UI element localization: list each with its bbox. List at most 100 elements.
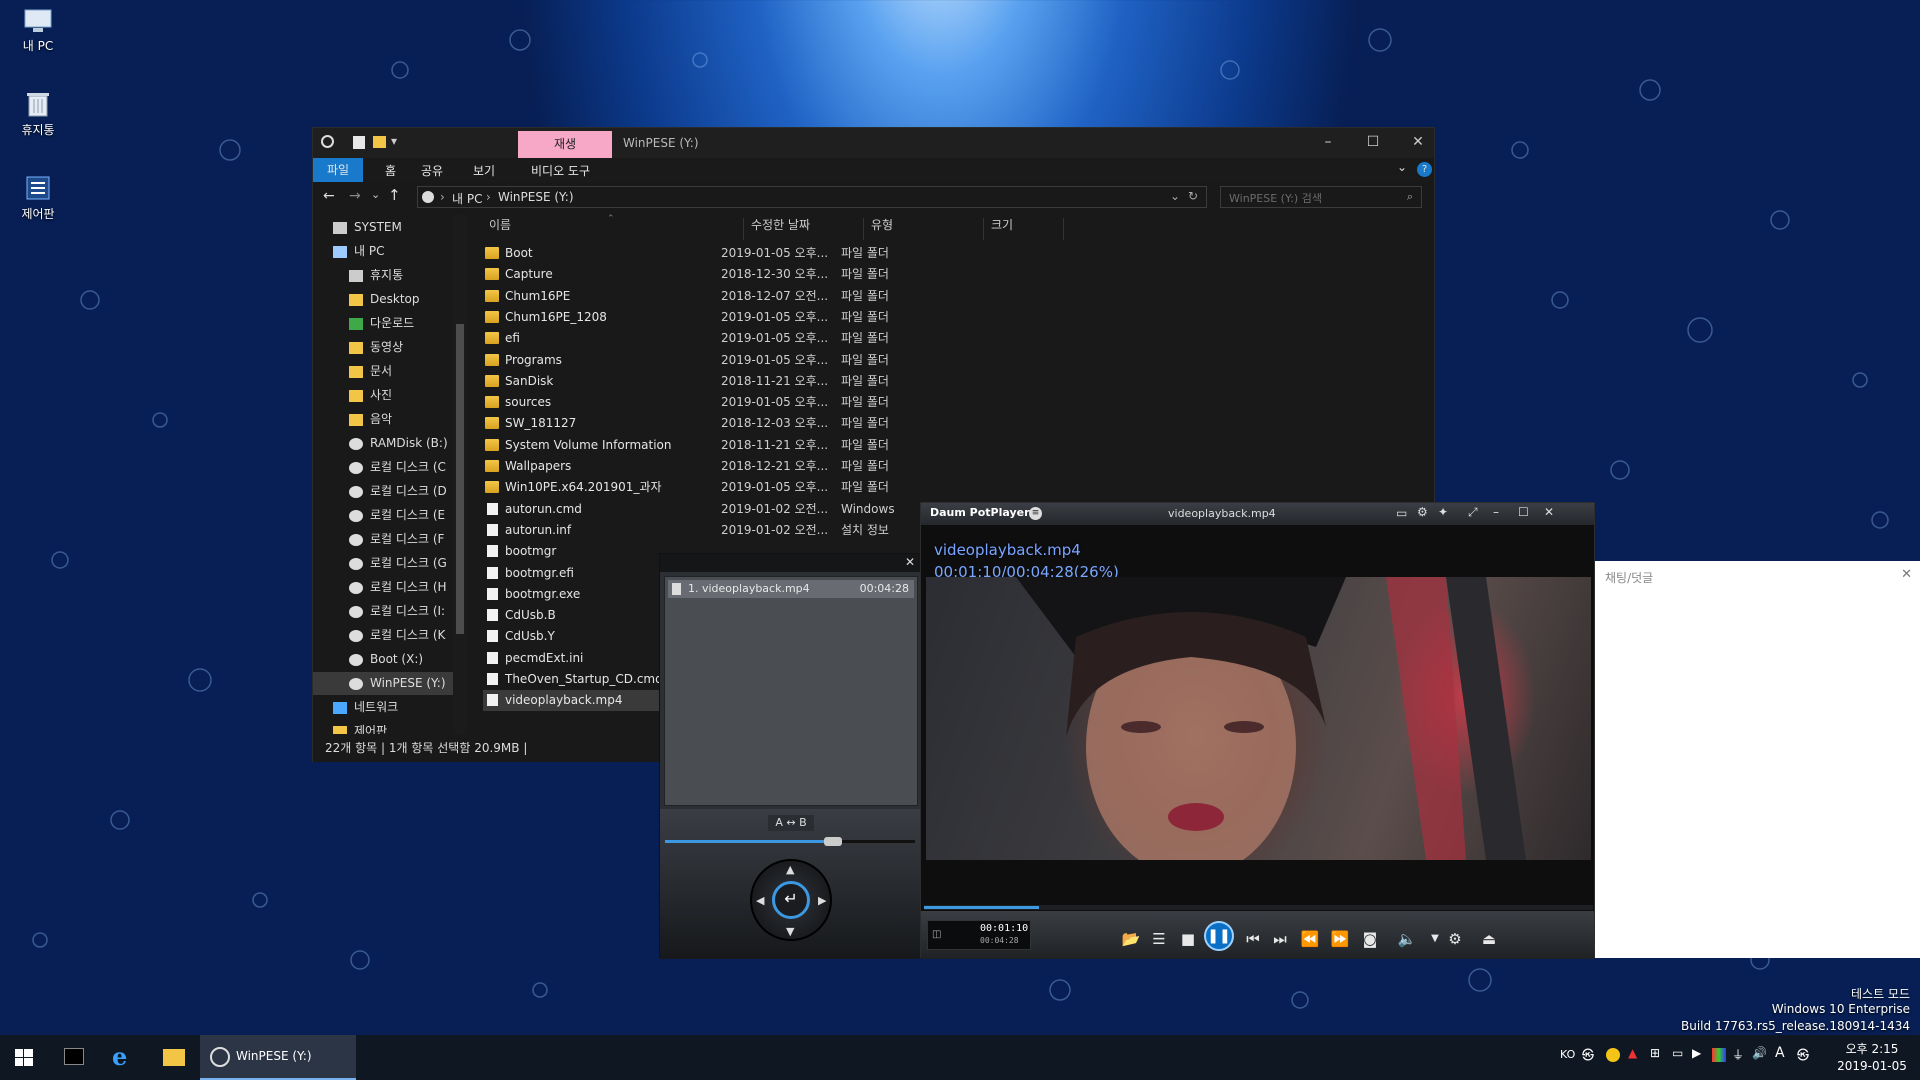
file-row[interactable]: autorun.cmd 2019-01-02 오전... Windows (483, 499, 983, 520)
column-header-name[interactable]: 이름 (489, 216, 511, 233)
address-box[interactable]: › 내 PC › WinPESE (Y:) ⌄ ↻ (417, 186, 1207, 208)
file-row[interactable]: Capture 2018-12-30 오후... 파일 폴더 (483, 264, 983, 285)
tree-item[interactable]: 로컬 디스크 (I: (313, 600, 453, 623)
skin-icon[interactable]: ▭ (1396, 506, 1407, 520)
camera-icon[interactable]: ◙ (1358, 930, 1382, 948)
taskbar-ie[interactable]: e (100, 1035, 148, 1080)
ab-repeat-button[interactable]: A ↔ B (768, 815, 814, 831)
fast-forward-icon[interactable]: ⏩ (1328, 930, 1352, 948)
recent-locations-icon[interactable]: ⌄ (371, 188, 380, 201)
time-display[interactable]: ◫ 00:01:10 00:04:28 (927, 920, 1031, 950)
file-row[interactable]: SanDisk 2018-11-21 오후... 파일 폴더 (483, 371, 983, 392)
address-dropdown-icon[interactable]: ⌄ (1170, 189, 1180, 203)
fullscreen-icon[interactable]: ⤢ (1468, 505, 1478, 520)
close-icon[interactable]: ✕ (1901, 567, 1912, 582)
tree-item[interactable]: 로컬 디스크 (K (313, 624, 453, 647)
menu-icon[interactable]: ≡ (1029, 507, 1042, 520)
context-tab-play[interactable]: 재생 (518, 131, 612, 158)
tree-item[interactable]: 음악 (313, 408, 453, 431)
column-divider[interactable] (863, 218, 864, 240)
tree-item[interactable]: 로컬 디스크 (C (313, 456, 453, 479)
stop-icon[interactable]: ■ (1176, 930, 1200, 948)
file-row[interactable]: autorun.inf 2019-01-02 오전... 설치 정보 (483, 520, 983, 541)
quick-access-dropdown-icon[interactable]: ▾ (391, 134, 397, 148)
up-arrow-icon[interactable]: ↑ (388, 186, 401, 204)
maximize-button[interactable]: ☐ (1518, 505, 1529, 519)
close-icon[interactable]: ✕ (905, 555, 915, 569)
column-header-date[interactable]: 수정한 날짜 (751, 216, 810, 233)
volume-slider[interactable] (665, 837, 915, 846)
volume-handle[interactable] (823, 837, 842, 846)
tree-item[interactable]: 로컬 디스크 (E (313, 504, 453, 527)
tree-item[interactable]: 내 PC (313, 240, 453, 263)
file-row[interactable]: Wallpapers 2018-12-21 오후... 파일 폴더 (483, 456, 983, 477)
enter-icon[interactable]: ↵ (772, 881, 810, 919)
help-icon[interactable]: ? (1417, 162, 1432, 177)
nav-down-icon[interactable]: ▼ (786, 925, 794, 938)
display-icon[interactable]: ▭ (1672, 1046, 1683, 1060)
taskbar-window-winpese[interactable]: WinPESE (Y:) (200, 1035, 356, 1080)
nav-up-icon[interactable]: ▲ (786, 863, 794, 876)
column-header-size[interactable]: 크기 (991, 216, 1013, 233)
close-button[interactable]: ✕ (1408, 134, 1428, 150)
column-divider[interactable] (1063, 218, 1064, 240)
language-indicator[interactable]: KO (1560, 1048, 1575, 1061)
scrollbar-thumb[interactable] (456, 324, 464, 634)
ime-mode-icon[interactable]: ㉿ (1797, 1046, 1809, 1063)
usb-icon[interactable]: ⏚ (1732, 1046, 1744, 1063)
minimize-button[interactable]: – (1493, 505, 1499, 519)
previous-icon[interactable]: ⏮ (1241, 930, 1265, 948)
pause-button[interactable]: ❚❚ (1204, 921, 1234, 951)
color-tray-icon[interactable] (1712, 1048, 1726, 1062)
tree-item[interactable]: 로컬 디스크 (H (313, 576, 453, 599)
tree-item[interactable]: 로컬 디스크 (G (313, 552, 453, 575)
next-icon[interactable]: ⏭ (1268, 930, 1292, 948)
desktop-icon-recycle-bin[interactable]: 휴지통 (14, 90, 62, 138)
close-button[interactable]: ✕ (1544, 505, 1554, 519)
ime-icon[interactable]: ㉿ (1582, 1046, 1594, 1063)
tab-home[interactable]: 홈 (385, 162, 396, 179)
file-row[interactable]: efi 2019-01-05 오후... 파일 폴더 (483, 328, 983, 349)
taskbar-explorer[interactable] (150, 1035, 198, 1080)
column-header-type[interactable]: 유형 (871, 216, 893, 233)
desktop-icon-control-panel[interactable]: 제어판 (14, 174, 62, 222)
input-mode-icon[interactable]: A (1775, 1045, 1785, 1061)
file-row[interactable]: SW_181127 2018-12-03 오후... 파일 폴더 (483, 413, 983, 434)
tree-item[interactable]: 동영상 (313, 336, 453, 359)
back-arrow-icon[interactable]: ← (323, 188, 335, 204)
maximize-button[interactable]: ☐ (1363, 134, 1383, 150)
file-row[interactable]: Programs 2019-01-05 오후... 파일 폴더 (483, 350, 983, 371)
tree-item[interactable]: 네트워크 (313, 696, 453, 719)
tree-item[interactable]: Boot (X:) (313, 648, 453, 671)
tree-item[interactable]: 로컬 디스크 (F (313, 528, 453, 551)
search-input[interactable]: WinPESE (Y:) 검색 ⌕ (1220, 186, 1422, 208)
clock-time[interactable]: 오후 2:15 (1842, 1040, 1902, 1057)
eject-icon[interactable]: ⏏ (1477, 930, 1501, 948)
breadcrumb-pc[interactable]: 내 PC (452, 190, 482, 207)
nav-left-icon[interactable]: ◀ (756, 894, 764, 907)
file-row[interactable]: sources 2019-01-05 오후... 파일 폴더 (483, 392, 983, 413)
seek-bar[interactable] (924, 905, 1593, 910)
minimize-button[interactable]: – (1318, 134, 1338, 150)
navigation-pad[interactable]: ▲ ▼ ◀ ▶ ↵ (750, 859, 832, 941)
file-row[interactable]: Chum16PE_1208 2019-01-05 오후... 파일 폴더 (483, 307, 983, 328)
tab-share[interactable]: 공유 (421, 162, 443, 179)
tree-item[interactable]: WinPESE (Y:) (313, 672, 453, 695)
file-row[interactable]: Chum16PE 2018-12-07 오전... 파일 폴더 (483, 286, 983, 307)
navigation-scrollbar[interactable] (453, 214, 467, 734)
clock-date[interactable]: 2019-01-05 (1835, 1059, 1909, 1073)
tree-item[interactable]: Desktop (313, 288, 453, 311)
desktop-icon-my-pc[interactable]: 내 PC (14, 8, 62, 54)
tree-item[interactable]: 다운로드 (313, 312, 453, 335)
column-divider[interactable] (743, 218, 744, 240)
speaker-icon[interactable]: 🔊 (1752, 1046, 1767, 1060)
file-row[interactable]: System Volume Information 2018-11-21 오후..… (483, 435, 983, 456)
open-folder-icon[interactable]: 📂 (1119, 930, 1143, 948)
tree-item[interactable]: 사진 (313, 384, 453, 407)
tab-file[interactable]: 파일 (313, 158, 363, 182)
breadcrumb-drive[interactable]: WinPESE (Y:) (498, 190, 574, 204)
playlist-titlebar[interactable]: ✕ (660, 554, 920, 572)
properties-icon[interactable] (353, 136, 365, 149)
volume-icon[interactable]: 🔈 (1395, 930, 1419, 948)
tray-app-icon[interactable]: ▲ (1628, 1046, 1637, 1060)
